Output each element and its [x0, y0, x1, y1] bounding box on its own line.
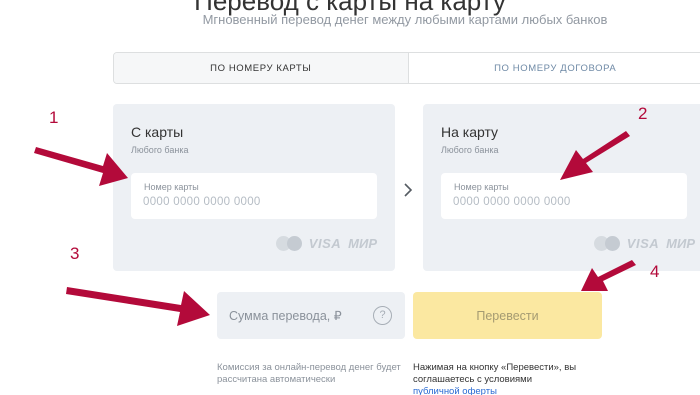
- consent-text: Нажимая на кнопку «Перевести», вы соглаш…: [413, 362, 577, 385]
- transfer-type-tabs: ПО НОМЕРУ КАРТЫ ПО НОМЕРУ ДОГОВОРА: [113, 52, 700, 84]
- annotation-number-2: 2: [638, 104, 648, 123]
- annotation-number-4: 4: [650, 262, 660, 281]
- annotation-number-1: 1: [49, 108, 59, 127]
- tab-by-card-number[interactable]: ПО НОМЕРУ КАРТЫ: [114, 53, 409, 83]
- to-card-subtitle: Любого банка: [441, 145, 499, 155]
- transfer-button[interactable]: Перевести: [413, 292, 602, 339]
- to-card-panel: На карту Любого банка Номер карты VISA М…: [423, 104, 700, 271]
- to-card-payment-logos: VISA МИР: [593, 236, 695, 251]
- mastercard-icon: [593, 236, 620, 251]
- from-card-title: С карты: [131, 124, 184, 140]
- tab-by-contract-number[interactable]: ПО НОМЕРУ ДОГОВОРА: [408, 53, 700, 83]
- page-subtitle: Мгновенный перевод денег между любыми ка…: [202, 12, 608, 27]
- to-card-number-label: Номер карты: [454, 182, 509, 192]
- mir-logo: МИР: [666, 236, 695, 251]
- mastercard-icon: [275, 236, 302, 251]
- visa-logo: VISA: [308, 236, 342, 251]
- amount-field[interactable]: ?: [217, 292, 405, 339]
- from-card-number-label: Номер карты: [144, 182, 199, 192]
- from-card-panel: С карты Любого банка Номер карты VISA МИ…: [113, 104, 395, 271]
- annotation-number-3: 3: [70, 244, 80, 263]
- to-card-number-input[interactable]: [453, 193, 673, 211]
- consent-note: Нажимая на кнопку «Перевести», вы соглаш…: [413, 362, 613, 395]
- public-offer-link[interactable]: публичной оферты: [413, 386, 497, 395]
- question-icon[interactable]: ?: [373, 306, 392, 325]
- from-card-payment-logos: VISA МИР: [275, 236, 377, 251]
- from-card-number-input[interactable]: [143, 193, 363, 211]
- to-card-number-field[interactable]: Номер карты: [441, 173, 687, 219]
- mir-logo: МИР: [348, 236, 377, 251]
- from-card-subtitle: Любого банка: [131, 145, 189, 155]
- annotation-arrow-3: [66, 287, 210, 326]
- amount-input[interactable]: [229, 306, 369, 326]
- from-card-number-field[interactable]: Номер карты: [131, 173, 377, 219]
- commission-note: Комиссия за онлайн-перевод денег будет р…: [217, 362, 401, 385]
- to-card-title: На карту: [441, 124, 499, 140]
- visa-logo: VISA: [626, 236, 660, 251]
- chevron-right-icon: [402, 183, 414, 197]
